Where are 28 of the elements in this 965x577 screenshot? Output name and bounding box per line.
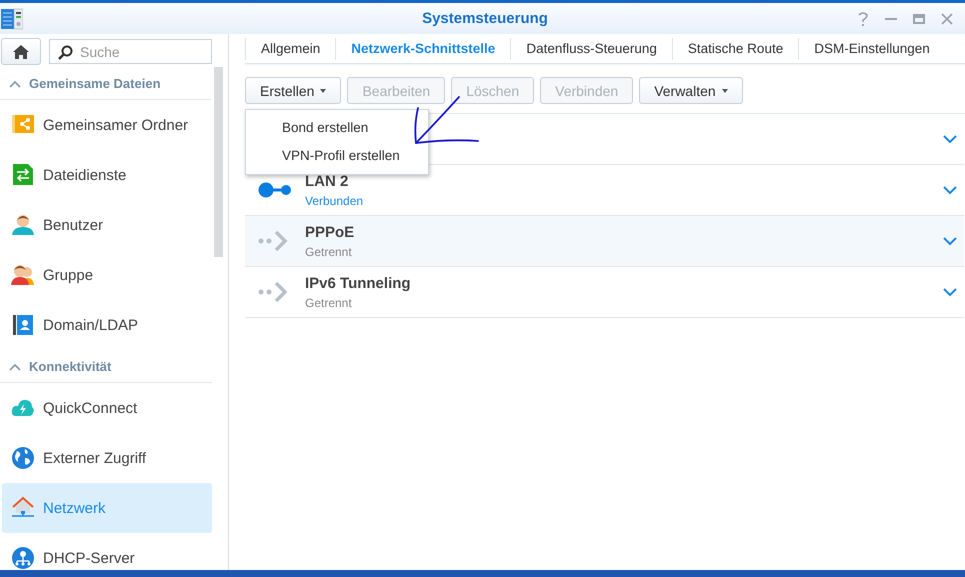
sidebar-item[interactable]: DHCP-Server [2,533,212,570]
search-field[interactable]: Suche [49,39,212,64]
sidebar-item[interactable]: Benutzer [2,200,212,250]
connection-status: Verbunden [305,194,364,208]
sidebar-item[interactable]: Externer Zugriff [2,433,212,483]
toolbar-button[interactable]: Verwalten [639,77,743,104]
interface-row[interactable]: IPv6 Tunneling Getrennt [245,267,964,318]
interface-row[interactable]: PPPoE Getrennt [245,216,964,267]
sidebar-item[interactable]: Gemeinsamer Ordner [2,100,212,150]
sidebar-item[interactable]: Dateidienste [2,150,212,200]
window-title: Systemsteuerung [421,10,549,27]
connection-status: Getrennt [305,244,353,258]
toolbar-button[interactable]: Erstellen [245,77,342,104]
interface-name: IPv6 Tunneling [305,274,412,292]
tab[interactable]: Datenfluss-Steuerung [510,38,672,60]
interface-name: PPPoE [305,224,356,240]
section-header[interactable]: Konnektivität [0,350,212,383]
tab[interactable]: DSM-Einstellungen [798,38,945,60]
sidebar-item[interactable]: QuickConnect [2,383,212,433]
tab[interactable]: Netzwerk-Schnittstelle [335,38,510,60]
sidebar-item[interactable]: Domain/LDAP [2,300,212,350]
sidebar-item[interactable]: Gruppe [2,250,212,300]
interface-name: LAN 2 [305,172,350,190]
menu-item[interactable]: Bond erstellen [246,114,428,142]
tab[interactable]: Statische Route [672,38,798,60]
connection-status: Getrennt [305,296,353,310]
tab[interactable]: Allgemein [245,38,336,60]
section-header[interactable]: Gemeinsame Dateien [0,67,212,100]
